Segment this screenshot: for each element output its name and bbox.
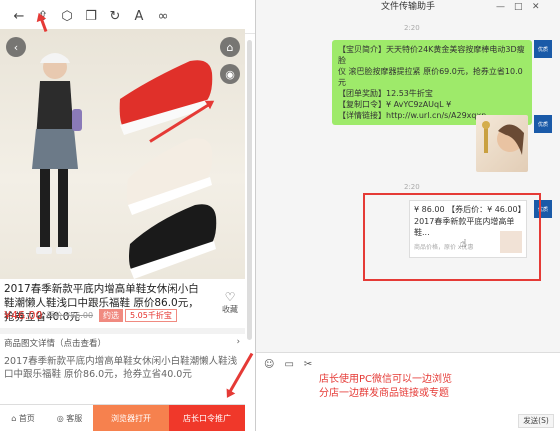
message-line: 【宝贝简介】天天特价24K黄金美容按摩棒电动3D瘦脸: [338, 45, 525, 65]
refresh-icon[interactable]: ↻: [104, 6, 126, 28]
home-icon: ⌂: [11, 414, 17, 423]
coupon-badge: 约选: [99, 309, 124, 322]
product-description: 2017春季新款平底内增高单鞋女休闲小白鞋潮懒人鞋浅口中跟乐福鞋 原价86.0元…: [4, 356, 238, 380]
browser-open-button[interactable]: 浏览器打开: [93, 405, 169, 431]
avatar[interactable]: 优质: [534, 40, 552, 58]
link-icon[interactable]: ∞: [152, 6, 174, 28]
service-tab[interactable]: ◎ 客服: [46, 405, 93, 431]
home-tab[interactable]: ⌂ 首页: [0, 405, 46, 431]
product-image: [0, 29, 245, 279]
favorite-button[interactable]: ♡ 收藏: [218, 290, 242, 315]
maximize-icon[interactable]: □: [514, 2, 523, 12]
image-thumbnail: [482, 121, 524, 155]
home-circle-button[interactable]: ⌂: [220, 37, 240, 57]
product-panel: ← ⇪ ⬡ ❐ ↻ A ∞ ‹ ⌂: [0, 0, 256, 431]
avatar[interactable]: 优质: [534, 115, 552, 133]
scissors-icon[interactable]: ✂: [304, 359, 312, 370]
message-line: 元: [338, 78, 346, 87]
heart-icon: ♡: [224, 290, 236, 304]
current-price: ¥46.00: [4, 309, 43, 322]
promote-button[interactable]: 店长口令推广: [169, 405, 245, 431]
bottom-bar: ⌂ 首页 ◎ 客服 浏览器打开 店长口令推广: [0, 404, 245, 431]
message-line: 【复制口令】¥ AvYC9zAUqL ¥: [338, 100, 452, 109]
folder-icon[interactable]: ▭: [284, 359, 293, 370]
message-line: 【团单奖励】12.53牛折宝: [338, 89, 433, 98]
send-button[interactable]: 发送(S): [518, 414, 554, 428]
back-icon[interactable]: ←: [8, 6, 30, 28]
timestamp: 2:20: [404, 24, 420, 32]
original-price: 原价 ¥86.00: [46, 311, 94, 320]
favorite-label: 收藏: [222, 305, 238, 314]
chat-panel: 文件传输助手 — □ ✕ 2:20 【宝贝简介】天天特价24K黄金美容按摩棒电动…: [256, 0, 560, 432]
home-label: 首页: [18, 414, 35, 423]
font-icon[interactable]: A: [128, 6, 150, 28]
note-line: 分店一边群发商品链接或专题: [319, 388, 449, 399]
minimize-icon[interactable]: —: [496, 2, 505, 12]
message-line: 仪 滚巴脸按摩器提拉紧 原价69.0元，抢券立省10.0: [338, 67, 523, 76]
image-message[interactable]: [476, 115, 528, 172]
camera-circle-button[interactable]: ◉: [220, 64, 240, 84]
discount-badge: 5.05千折宝: [125, 309, 177, 322]
emoji-icon[interactable]: ☺: [264, 359, 274, 370]
timestamp: 2:20: [404, 183, 420, 191]
note-line: 店长使用PC微信可以一边浏览: [319, 374, 453, 385]
scrollbar[interactable]: [247, 40, 252, 340]
close-icon[interactable]: ✕: [532, 2, 540, 12]
service-label: 客服: [66, 414, 83, 423]
detail-link[interactable]: 商品图文详情（点击查看） ›: [4, 337, 240, 349]
highlight-box: [363, 193, 541, 281]
product-photo: [32, 53, 217, 279]
copy-icon[interactable]: ❐: [80, 6, 102, 28]
input-toolbar: ☺ ▭ ✂: [264, 359, 312, 370]
price-row: ¥46.00 原价 ¥86.00 约选 5.05千折宝: [4, 309, 177, 322]
back-circle-button[interactable]: ‹: [6, 37, 26, 57]
message-bubble[interactable]: 【宝贝简介】天天特价24K黄金美容按摩棒电动3D瘦脸 仪 滚巴脸按摩器提拉紧 原…: [332, 40, 532, 125]
divider: [0, 328, 245, 334]
chat-icon: ◎: [56, 414, 64, 423]
detail-label: 商品图文详情（点击查看）: [4, 339, 107, 349]
chevron-right-icon: ›: [236, 337, 240, 347]
cube-icon[interactable]: ⬡: [56, 6, 78, 28]
annotation-note: 店长使用PC微信可以一边浏览 分店一边群发商品链接或专题: [319, 373, 452, 401]
